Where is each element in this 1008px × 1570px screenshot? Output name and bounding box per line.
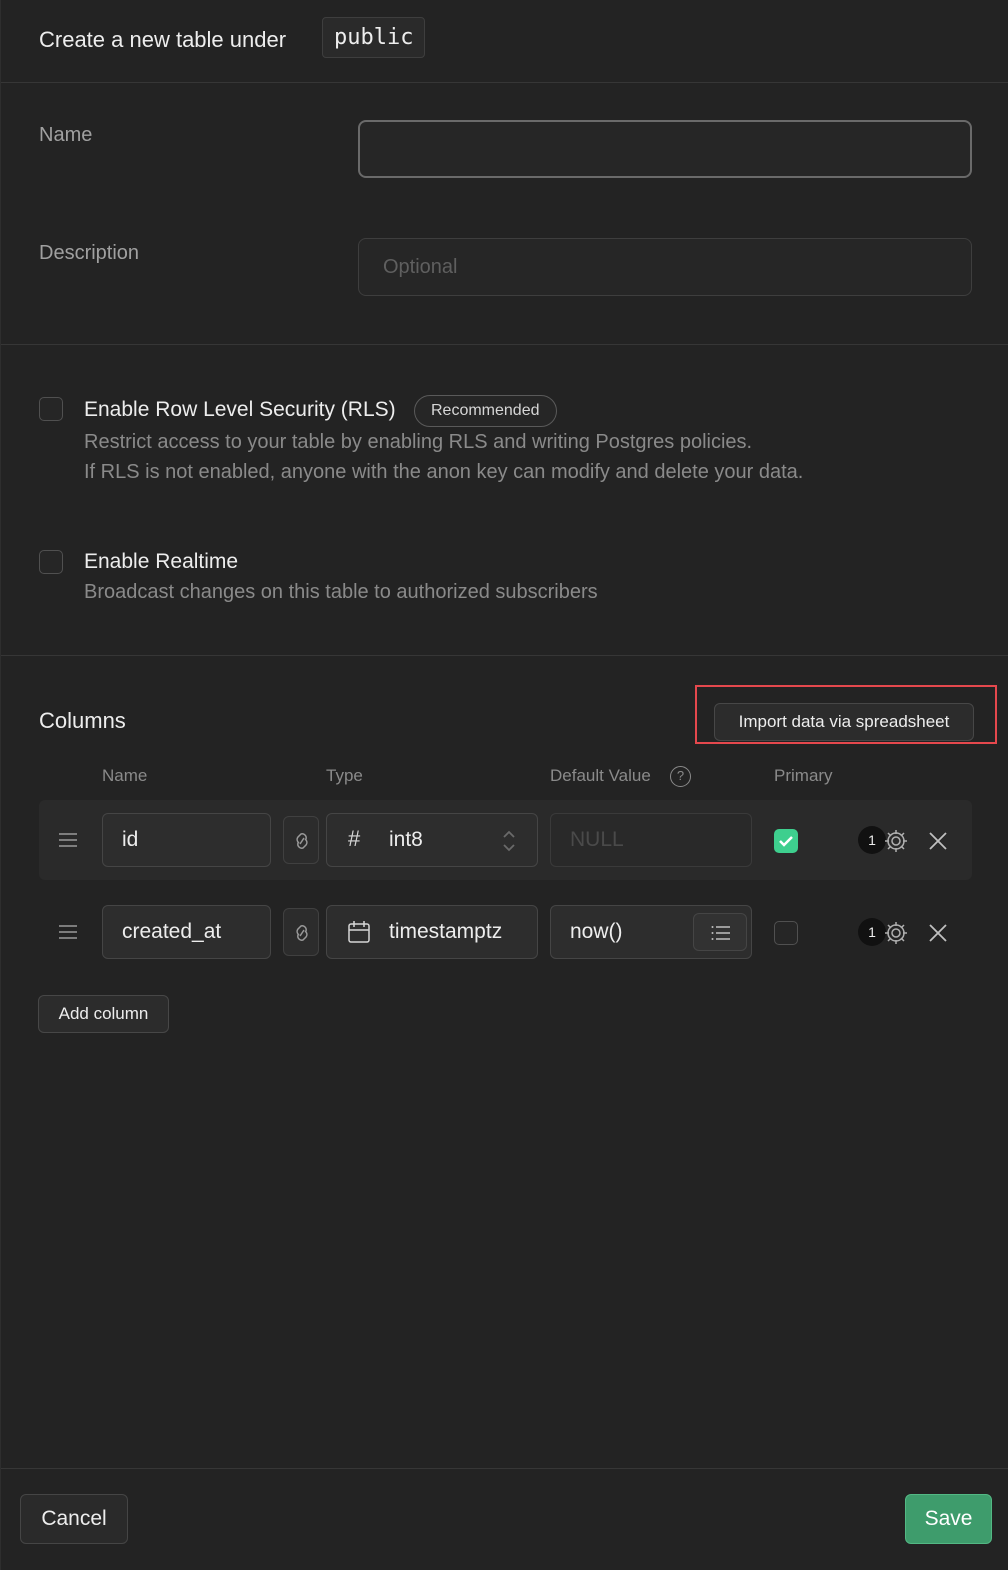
default-suggestions-button[interactable] — [693, 913, 747, 951]
column-header-type: Type — [326, 766, 363, 785]
footer-divider — [1, 1468, 1008, 1469]
column-header-primary: Primary — [774, 766, 833, 785]
foreign-key-button[interactable] — [283, 816, 319, 864]
link-icon — [296, 925, 308, 941]
gear-icon[interactable] — [882, 827, 910, 855]
rls-title: Enable Row Level Security (RLS) — [84, 398, 396, 421]
import-spreadsheet-button[interactable]: Import data via spreadsheet — [714, 703, 974, 741]
rls-checkbox[interactable] — [39, 397, 63, 421]
primary-checkbox[interactable] — [774, 829, 798, 853]
description-label: Description — [39, 242, 140, 264]
columns-title: Columns — [39, 708, 126, 733]
list-icon — [711, 926, 730, 940]
remove-column-icon[interactable] — [927, 830, 949, 852]
schema-badge: public — [322, 17, 426, 58]
column-name-field[interactable]: created_at — [102, 905, 271, 959]
hash-icon: # — [348, 826, 361, 851]
add-column-button[interactable]: Add column — [38, 995, 169, 1033]
panel-title: Create a new table under — [39, 27, 287, 52]
header-divider — [1, 82, 1008, 83]
form-divider — [1, 344, 1008, 345]
options-divider — [1, 655, 1008, 656]
rls-description-line-1: Restrict access to your table by enablin… — [84, 431, 753, 453]
save-button[interactable]: Save — [905, 1494, 992, 1544]
description-input[interactable] — [358, 238, 972, 296]
gear-icon[interactable] — [882, 919, 910, 947]
realtime-description: Broadcast changes on this table to autho… — [84, 581, 598, 603]
column-name-field[interactable]: id — [102, 813, 271, 867]
name-input[interactable] — [358, 120, 972, 178]
link-icon — [296, 833, 308, 849]
rls-description-line-2: If RLS is not enabled, anyone with the a… — [84, 461, 804, 483]
cancel-button[interactable]: Cancel — [20, 1494, 128, 1544]
calendar-icon — [348, 921, 370, 943]
foreign-key-button[interactable] — [283, 908, 319, 956]
default-value-field[interactable]: NULL — [550, 813, 752, 867]
column-header-default: Default Value — [550, 766, 651, 785]
check-icon — [779, 836, 793, 847]
remove-column-icon[interactable] — [927, 922, 949, 944]
select-chevron-icon — [503, 830, 515, 852]
drag-handle-icon[interactable] — [58, 924, 78, 940]
create-table-panel: Create a new table under public Name Des… — [0, 0, 1008, 1570]
primary-checkbox[interactable] — [774, 921, 798, 945]
realtime-checkbox[interactable] — [39, 550, 63, 574]
column-header-name: Name — [102, 766, 148, 785]
realtime-title: Enable Realtime — [84, 550, 239, 573]
recommended-badge: Recommended — [414, 395, 557, 427]
name-label: Name — [39, 124, 93, 146]
help-icon[interactable]: ? — [670, 766, 691, 787]
drag-handle-icon[interactable] — [58, 832, 78, 848]
